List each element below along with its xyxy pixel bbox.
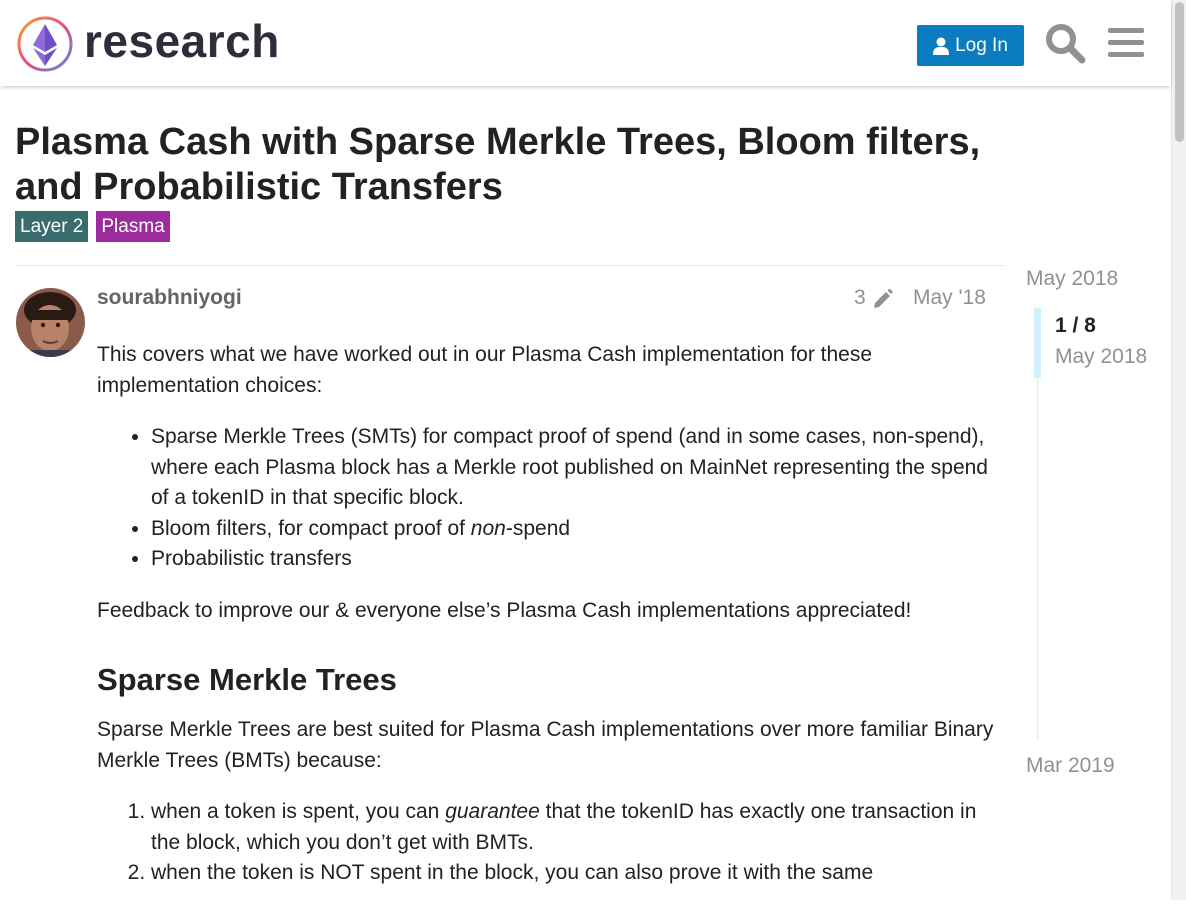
page-scrollbar[interactable] [1171,0,1186,900]
list-item: Probabilistic transfers [151,544,997,575]
login-button[interactable]: Log In [917,25,1024,66]
section-intro: Sparse Merkle Trees are best suited for … [97,718,994,772]
timeline-current-date: May 2018 [1055,345,1148,368]
list-item: when a token is spent, you can guarantee… [151,797,997,858]
avatar-image [16,288,85,357]
post-username[interactable]: sourabhniyogi [97,286,242,310]
avatar[interactable] [16,288,85,357]
hamburger-menu-icon[interactable] [1106,22,1148,64]
site-header: research Log In [0,0,1171,86]
tag-plasma[interactable]: Plasma [96,211,170,242]
list-item: Bloom filters, for compact proof of non-… [151,514,997,545]
edit-count: 3 [854,286,866,309]
user-icon [933,37,950,55]
numbered-list: when a token is spent, you can guarantee… [97,797,997,889]
timeline-end-date[interactable]: Mar 2019 [1026,754,1115,778]
timeline-scroll-handle[interactable] [1034,308,1041,378]
list-item: Sparse Merkle Trees (SMTs) for compact p… [151,422,997,514]
topic-title[interactable]: Plasma Cash with Sparse Merkle Trees, Bl… [15,120,1015,210]
title-divider [15,265,1005,266]
post-body: This covers what we have worked out in o… [97,340,997,910]
pencil-icon [873,288,893,308]
scrollbar-thumb[interactable] [1175,2,1184,142]
section-heading: Sparse Merkle Trees [97,662,397,697]
timeline-position: 1 / 8 [1055,314,1096,337]
site-logo[interactable] [16,14,76,74]
list-item: when the token is NOT spent in the block… [151,858,997,889]
tag-layer-2[interactable]: Layer 2 [15,211,89,242]
post-date[interactable]: May '18 [913,286,986,310]
post-intro: This covers what we have worked out in o… [97,343,873,397]
login-button-label: Log In [955,34,1008,56]
bullet-list: Sparse Merkle Trees (SMTs) for compact p… [97,422,997,575]
post-feedback: Feedback to improve our & everyone else’… [97,598,912,622]
timeline-start-date[interactable]: May 2018 [1026,267,1118,291]
post-edit-history[interactable]: 3 [854,286,894,310]
search-icon[interactable] [1044,22,1086,64]
site-logo-text[interactable]: research [84,14,280,68]
topic-tags: Layer 2 Plasma [15,211,170,242]
